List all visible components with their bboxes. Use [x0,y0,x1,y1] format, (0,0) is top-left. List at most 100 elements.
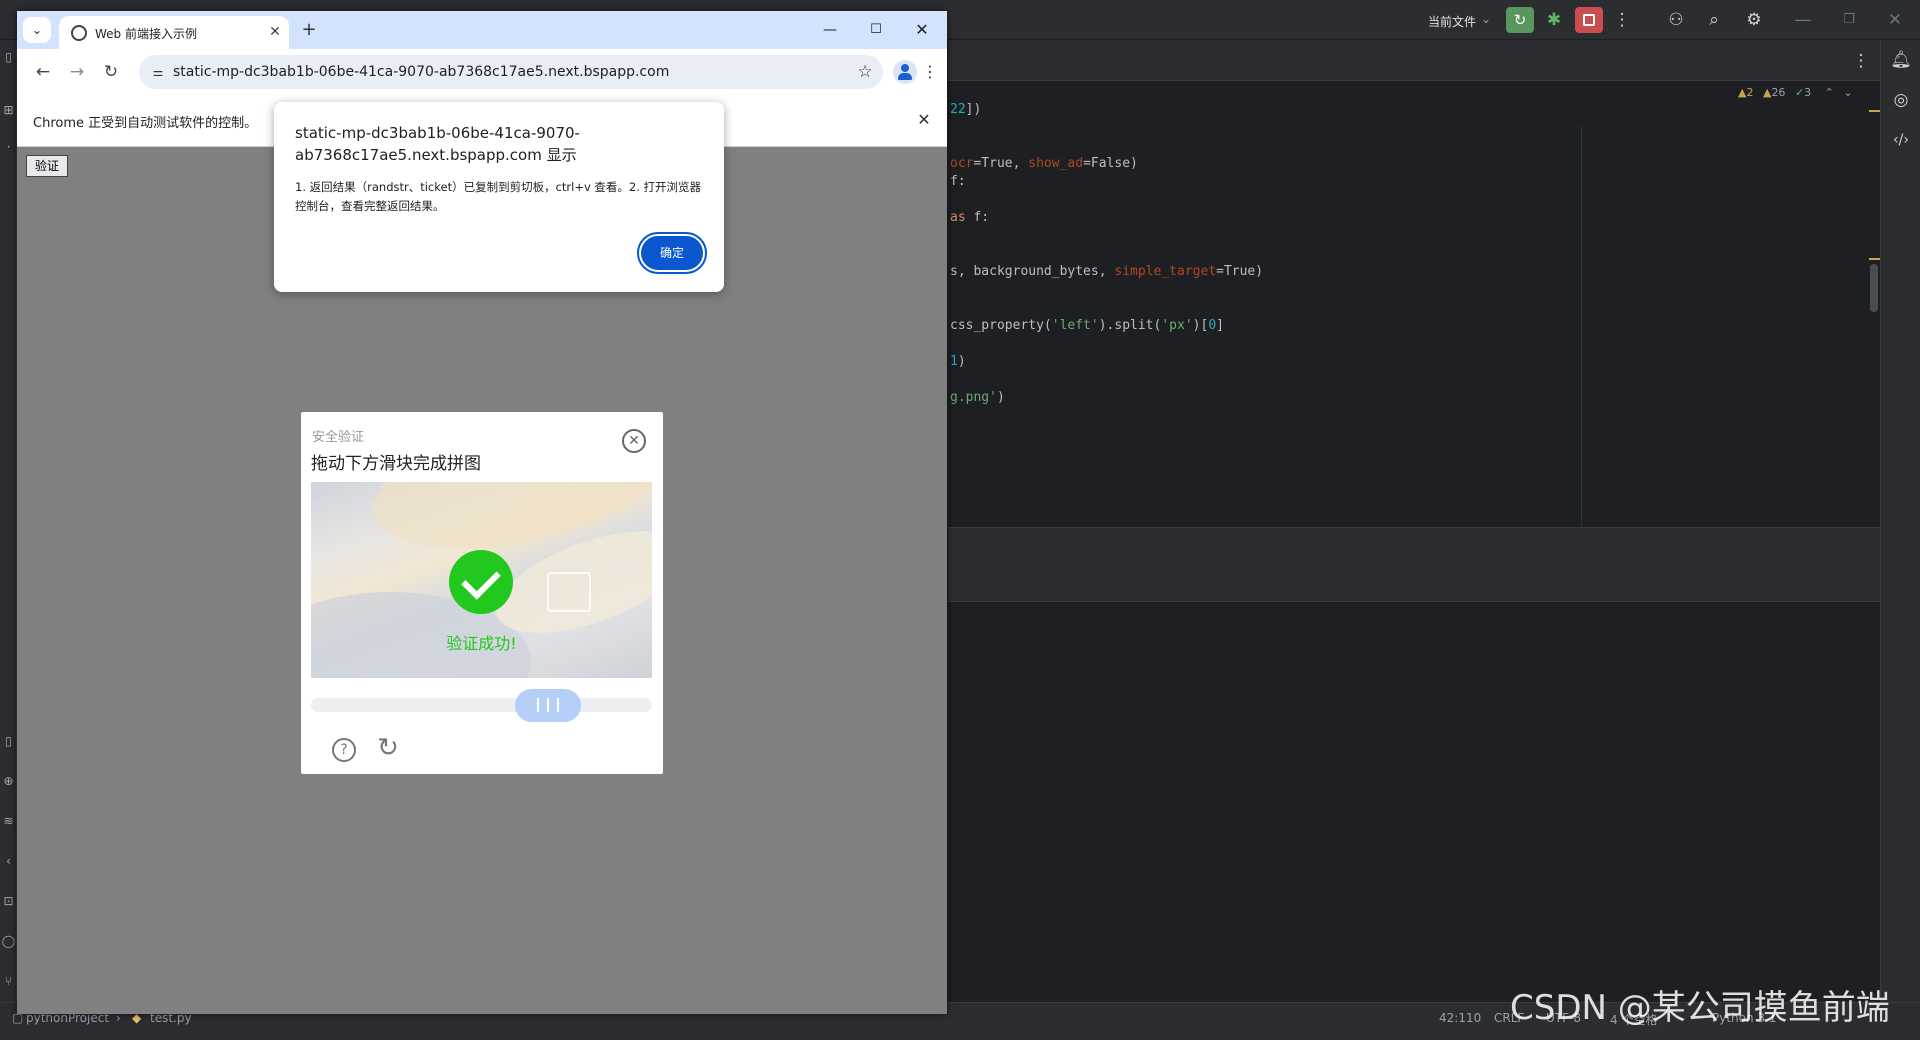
stop-button[interactable] [1575,7,1603,33]
code-token: as [950,210,966,225]
verify-button[interactable]: 验证 [26,155,68,177]
check-icon: ✓ [1794,86,1805,99]
structure-icon[interactable]: ⊞ [1,103,16,119]
bookmark-star-icon[interactable]: ☆ [853,60,877,84]
code-token: g.png' [950,390,997,405]
code-line: f: [950,174,966,189]
add-user-icon[interactable]: ⚇ [1665,10,1687,30]
code-icon[interactable]: ‹/› [1890,130,1912,150]
code-editor[interactable]: ▲2 ▲26 ✓3 ⌃ ⌄ 22]) ocr=True, show_ad=Fals… [948,82,1880,527]
refresh-icon[interactable]: ↻ [374,734,402,762]
weak-warning-count: 26 [1771,86,1786,99]
captcha-dialog: 安全验证 拖动下方滑块完成拼图 ✕ 验证成功! ? ↻ [301,412,663,774]
project-icon[interactable]: ▯ [1,50,16,66]
code-token: =False) [1083,156,1138,171]
code-token: show_ad [1028,156,1084,171]
help-icon[interactable]: ? [332,738,356,762]
ide-right-toolbar: 🔔︎ ◎ ‹/› [1880,40,1920,1020]
tab-strip: ⌄ Web 前端接入示例 ✕ + — ☐ ✕ [17,11,947,49]
ai-assistant-icon[interactable]: ◎ [1890,90,1912,110]
code-token: 'px' [1161,318,1193,333]
code-line: css_property('left').split('px')[0] [950,318,1224,333]
captcha-title: 拖动下方滑块完成拼图 [311,454,481,474]
code-token: ) [996,390,1005,405]
code-token: 1 [950,354,958,369]
gear-icon[interactable]: ⚙ [1743,10,1765,30]
chevron-down-icon[interactable]: ⌄ [1481,12,1491,26]
python-packages-icon[interactable]: ⊕ [1,774,16,790]
terminal-icon[interactable]: ⊡ [1,894,16,910]
code-token: 0 [1208,318,1217,333]
csdn-watermark: CSDN @某公司摸鱼前端 [1510,988,1890,1028]
more-vertical-icon[interactable]: ⋮ [1611,10,1633,30]
profile-avatar-icon[interactable] [893,60,917,84]
chevron-down-icon: ⌄ [31,23,43,37]
more-vertical-icon[interactable]: ⋮ [921,59,939,85]
error-stripe-mark [1869,110,1880,112]
code-token: 'left' [1051,318,1099,333]
chevron-down-icon[interactable]: ⌄ [1843,86,1852,99]
minimize-icon[interactable]: — [807,17,853,43]
inspection-widget[interactable]: ▲2 ▲26 ✓3 ⌃ ⌄ [1738,86,1853,99]
tab-active[interactable]: Web 前端接入示例 ✕ [59,16,289,49]
problems-icon[interactable]: ◯ [1,934,16,950]
url-text[interactable]: static-mp-dc3bab1b-06be-41ca-9070-ab7368… [173,64,669,80]
tab-search-button[interactable]: ⌄ [23,17,51,43]
debug-icon[interactable]: ✱ [1543,10,1565,30]
close-icon[interactable]: ✕ [1884,10,1906,30]
code-token: f: [950,174,966,189]
grip-icon [536,698,559,712]
code-token: ocr [950,156,974,171]
status-position[interactable]: 42:110 [1439,1011,1481,1025]
close-icon[interactable]: ✕ [913,109,935,131]
new-tab-button[interactable]: + [297,19,321,43]
code-line: as f: [950,210,989,225]
more-vertical-icon[interactable]: ⋮ [1850,51,1872,71]
error-stripe-mark [1869,258,1880,260]
editor-scrollbar[interactable] [1870,264,1878,312]
code-token: ) [957,354,966,369]
warning-count: 2 [1746,86,1754,99]
code-token: s, background_bytes, [950,264,1115,279]
code-token: )[ [1192,318,1209,333]
git-icon[interactable]: ⑂ [1,974,16,990]
close-icon[interactable]: ✕ [899,17,945,43]
alert-message: 1. 返回结果（randstr、ticket）已复制到剪切板，ctrl+v 查看… [295,180,702,213]
code-token: 22 [950,102,966,117]
run-config-selector[interactable]: 当前文件 [1428,13,1476,30]
minimize-icon[interactable]: — [1792,10,1814,30]
slider-handle[interactable] [514,689,581,722]
ok-count: 3 [1804,86,1812,99]
forward-icon[interactable]: → [63,59,91,85]
code-line: g.png') [950,390,1005,405]
alert-dialog: static-mp-dc3bab1b-06be-41ca-9070-ab7368… [274,102,724,292]
address-bar[interactable]: ⚌ static-mp-dc3bab1b-06be-41ca-9070-ab73… [139,55,883,89]
run-panel-output[interactable] [948,602,1880,1002]
restore-icon[interactable]: ❐ [1838,10,1860,30]
bell-icon[interactable]: 🔔︎ [1890,50,1912,70]
site-info-icon[interactable]: ⚌ [149,63,167,81]
more-icon[interactable]: · [1,140,16,156]
run-panel-header [948,527,1880,567]
close-icon[interactable]: ✕ [622,429,646,453]
code-token: css_property( [950,318,1052,333]
run-tool-icon[interactable]: ▯ [1,734,16,750]
services-icon[interactable]: ‹ [1,854,16,870]
rerun-icon[interactable]: ↻ [1506,7,1534,33]
captcha-puzzle-image: 验证成功! [311,482,652,678]
code-token: simple_target [1114,264,1217,279]
reload-icon[interactable]: ↻ [97,59,125,85]
back-icon[interactable]: ← [29,59,57,85]
code-token: ]) [965,102,982,117]
code-token: =True, [973,156,1029,171]
maximize-icon[interactable]: ☐ [853,17,899,43]
ok-button[interactable]: 确定 [637,232,707,274]
close-icon[interactable]: ✕ [265,22,285,42]
search-icon[interactable]: ⌕ [1703,10,1725,30]
infobar-message: Chrome 正受到自动测试软件的控制。 [33,116,258,131]
right-margin-guide [1581,126,1582,526]
captcha-subtitle: 安全验证 [312,430,365,445]
chevron-up-icon[interactable]: ⌃ [1825,86,1834,99]
layers-icon[interactable]: ≋ [1,814,16,830]
editor-tabbar: ⋮ [948,40,1880,81]
